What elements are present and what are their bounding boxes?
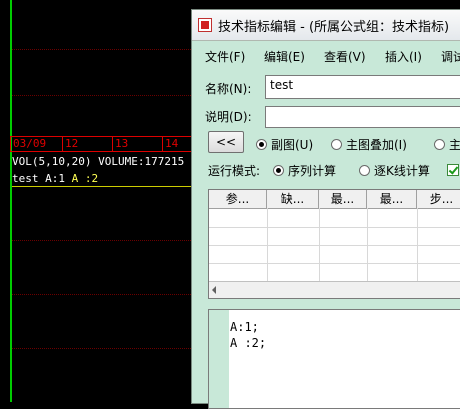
column-header[interactable]: 步... xyxy=(417,190,460,208)
description-input[interactable] xyxy=(265,106,460,128)
grid-line xyxy=(12,240,191,241)
table-row xyxy=(209,245,460,246)
name-input[interactable]: test xyxy=(265,75,460,99)
horizontal-scrollbar[interactable] xyxy=(209,281,460,298)
table-row xyxy=(209,227,460,228)
grid-line xyxy=(12,49,191,50)
column-header[interactable]: 参... xyxy=(209,190,267,208)
indicator-plot-line xyxy=(12,186,191,187)
date-axis: 03/09 12 13 14 xyxy=(10,136,192,152)
chart-left-border xyxy=(10,0,12,402)
radio-main-overlay[interactable] xyxy=(331,139,342,150)
parameter-table-header: 参... 缺... 最... 最... 步... xyxy=(209,190,460,209)
grid-line xyxy=(12,95,191,96)
chart-panel[interactable]: 03/09 12 13 14 VOL(5,10,20) VOLUME:17721… xyxy=(0,0,192,402)
indicator-value-a1: A:1 xyxy=(45,172,65,185)
radio-per-bar-calc-label[interactable]: 逐K线计算 xyxy=(374,162,430,179)
menu-view[interactable]: 查看(V) xyxy=(324,48,366,65)
indicator-editor-window: 技术指标编辑 - (所属公式组：技术指标) 文件(F) 编辑(E) 查看(V) … xyxy=(191,9,460,409)
radio-sequence-calc-label[interactable]: 序列计算 xyxy=(288,162,336,179)
menu-edit[interactable]: 编辑(E) xyxy=(264,48,305,65)
window-title: 技术指标编辑 - (所属公式组：技术指标) xyxy=(218,20,450,35)
code-line: A:1; xyxy=(230,320,259,334)
volume-indicator-line: VOL(5,10,20) VOLUME:177215 xyxy=(12,155,185,168)
column-header[interactable]: 最... xyxy=(319,190,367,208)
date-label: 13 xyxy=(112,137,163,151)
code-line: A :2; xyxy=(230,336,267,350)
date-label: 12 xyxy=(62,137,113,151)
indicator-value-a2: A :2 xyxy=(71,172,99,185)
radio-subchart[interactable] xyxy=(256,139,267,150)
formula-editor[interactable]: A:1; A :2; xyxy=(208,309,460,409)
collapse-button[interactable]: << xyxy=(208,131,244,153)
column-header[interactable]: 最... xyxy=(367,190,417,208)
radio-sequence-calc[interactable] xyxy=(273,165,284,176)
radio-main-overlay-label[interactable]: 主图叠加(I) xyxy=(346,136,407,153)
parameter-table[interactable]: 参... 缺... 最... 最... 步... xyxy=(208,189,460,299)
name-label: 名称(N): xyxy=(205,82,252,96)
menu-bar: 文件(F) 编辑(E) 查看(V) 插入(I) 调试 xyxy=(192,46,460,66)
editor-gutter xyxy=(209,310,229,408)
menu-file[interactable]: 文件(F) xyxy=(205,48,245,65)
grid-line xyxy=(12,348,191,349)
indicator-name: test xyxy=(12,172,39,185)
menu-debug[interactable]: 调试 xyxy=(441,48,460,65)
app-icon xyxy=(198,18,212,32)
date-label: 14 xyxy=(162,137,193,151)
column-header[interactable]: 缺... xyxy=(267,190,319,208)
test-indicator-line: test A:1 A :2 xyxy=(12,172,98,185)
radio-main-label[interactable]: 主 xyxy=(449,136,460,153)
run-mode-label: 运行模式: xyxy=(208,164,261,178)
grid-line xyxy=(12,294,191,295)
radio-main[interactable] xyxy=(434,139,445,150)
option-checkbox[interactable] xyxy=(447,164,459,176)
table-row xyxy=(209,263,460,264)
radio-subchart-label[interactable]: 副图(U) xyxy=(271,136,313,153)
radio-per-bar-calc[interactable] xyxy=(359,165,370,176)
title-bar[interactable]: 技术指标编辑 - (所属公式组：技术指标) xyxy=(192,10,460,41)
menu-insert[interactable]: 插入(I) xyxy=(385,48,422,65)
description-label: 说明(D): xyxy=(205,110,252,124)
date-label: 03/09 xyxy=(10,137,63,151)
scroll-left-arrow-icon[interactable] xyxy=(212,286,216,294)
